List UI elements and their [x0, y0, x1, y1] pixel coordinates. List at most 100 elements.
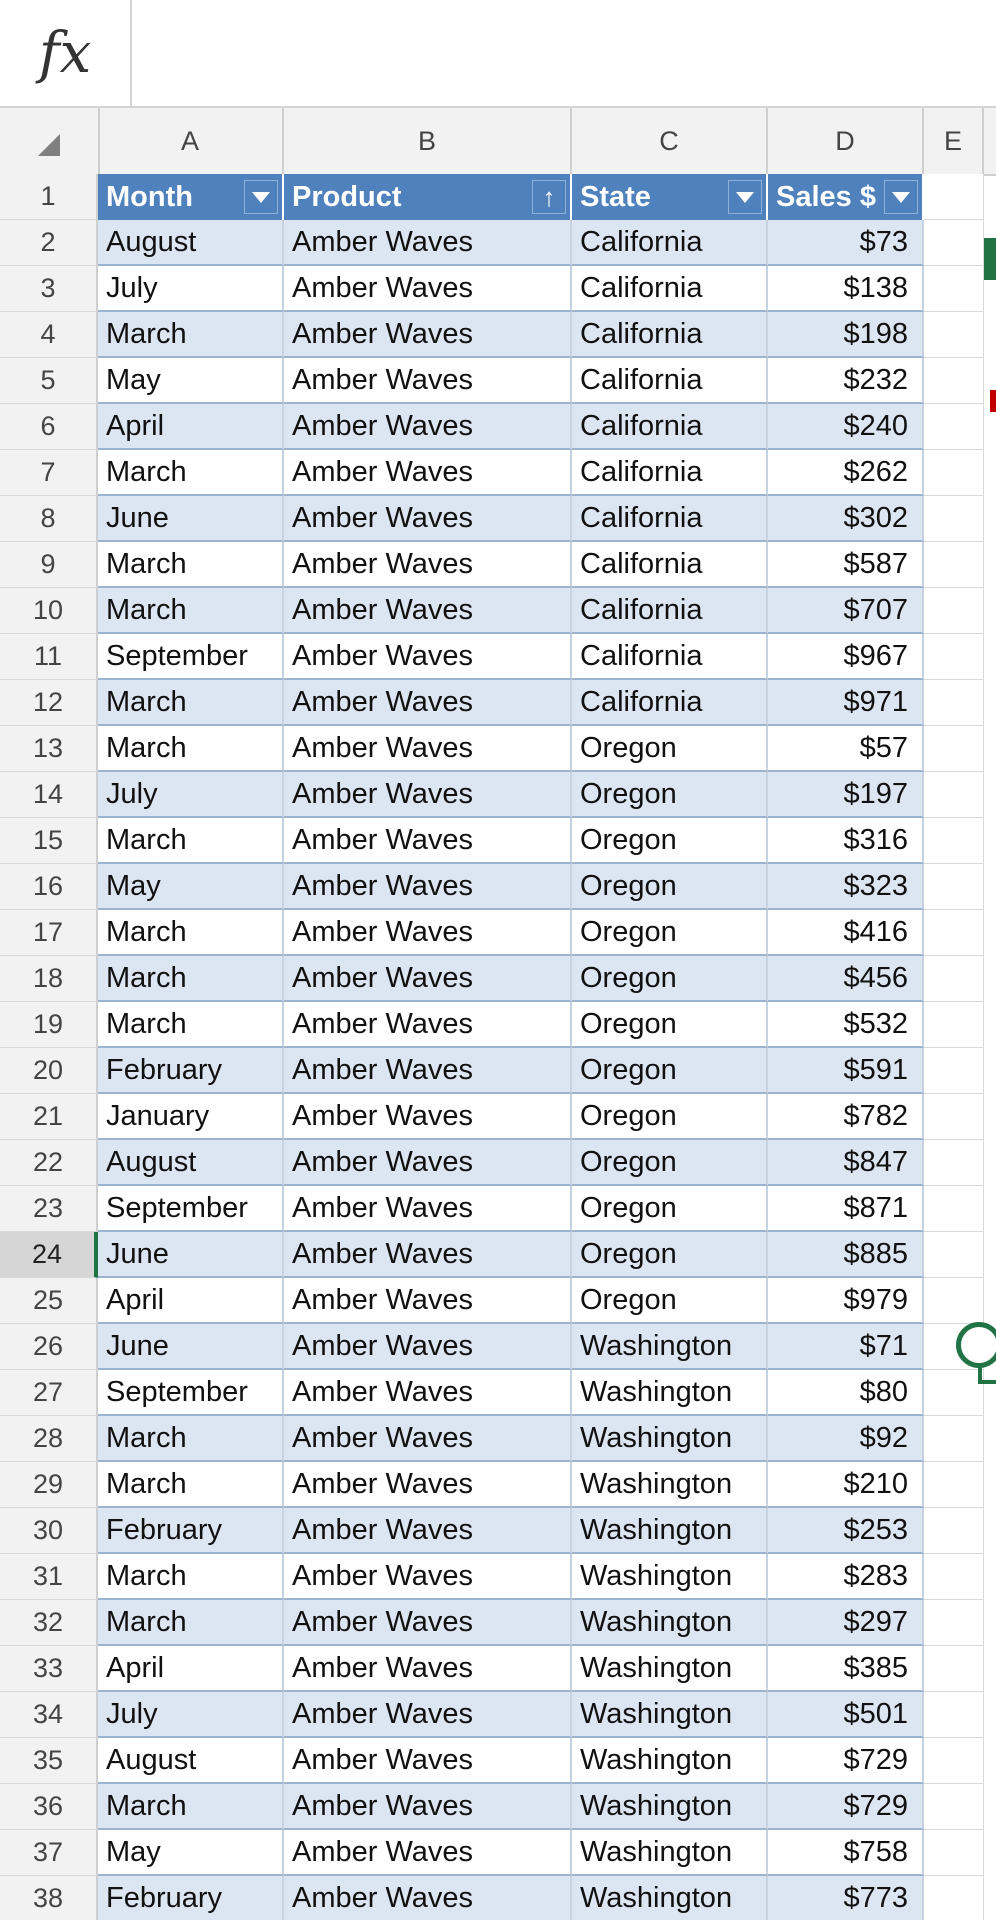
state-cell[interactable]: Washington	[572, 1876, 768, 1920]
filter-dropdown-icon[interactable]	[244, 180, 278, 214]
product-cell[interactable]: Amber Waves	[284, 1554, 572, 1600]
product-cell[interactable]: Amber Waves	[284, 1048, 572, 1094]
month-cell[interactable]: April	[98, 1278, 284, 1324]
product-cell[interactable]: Amber Waves	[284, 1186, 572, 1232]
empty-cell[interactable]	[924, 1554, 984, 1600]
sales-cell[interactable]: $729	[768, 1738, 924, 1784]
month-cell[interactable]: May	[98, 1830, 284, 1876]
sales-cell[interactable]: $57	[768, 726, 924, 772]
product-cell[interactable]: Amber Waves	[284, 1416, 572, 1462]
sales-cell[interactable]: $80	[768, 1370, 924, 1416]
empty-cell[interactable]	[924, 1830, 984, 1876]
month-cell[interactable]: March	[98, 1416, 284, 1462]
column-header-d[interactable]: D	[768, 108, 924, 174]
empty-cell[interactable]	[924, 1278, 984, 1324]
product-cell[interactable]: Amber Waves	[284, 1002, 572, 1048]
product-cell[interactable]: Amber Waves	[284, 1738, 572, 1784]
product-cell[interactable]: Amber Waves	[284, 450, 572, 496]
sales-cell[interactable]: $871	[768, 1186, 924, 1232]
sales-cell[interactable]: $729	[768, 1784, 924, 1830]
row-number[interactable]: 18	[0, 956, 98, 1002]
state-cell[interactable]: Oregon	[572, 1186, 768, 1232]
month-cell[interactable]: July	[98, 266, 284, 312]
fx-icon[interactable]: fx	[0, 0, 132, 106]
state-cell[interactable]: Washington	[572, 1508, 768, 1554]
column-header-a[interactable]: A	[98, 108, 284, 174]
month-cell[interactable]: August	[98, 220, 284, 266]
empty-cell[interactable]	[924, 1508, 984, 1554]
month-cell[interactable]: July	[98, 772, 284, 818]
month-cell[interactable]: March	[98, 588, 284, 634]
empty-cell[interactable]	[924, 496, 984, 542]
sales-cell[interactable]: $532	[768, 1002, 924, 1048]
state-cell[interactable]: Washington	[572, 1416, 768, 1462]
row-number[interactable]: 38	[0, 1876, 98, 1920]
product-cell[interactable]: Amber Waves	[284, 1830, 572, 1876]
month-cell[interactable]: March	[98, 726, 284, 772]
product-cell[interactable]: Amber Waves	[284, 542, 572, 588]
row-number[interactable]: 19	[0, 1002, 98, 1048]
empty-cell[interactable]	[924, 1002, 984, 1048]
row-number[interactable]: 37	[0, 1830, 98, 1876]
state-cell[interactable]: Oregon	[572, 1232, 768, 1278]
state-cell[interactable]: Washington	[572, 1692, 768, 1738]
row-number[interactable]: 12	[0, 680, 98, 726]
empty-cell[interactable]	[924, 1692, 984, 1738]
month-cell[interactable]: February	[98, 1048, 284, 1094]
empty-cell[interactable]	[924, 450, 984, 496]
empty-cell[interactable]	[924, 1784, 984, 1830]
sales-cell[interactable]: $847	[768, 1140, 924, 1186]
row-number[interactable]: 33	[0, 1646, 98, 1692]
product-cell[interactable]: Amber Waves	[284, 1094, 572, 1140]
empty-cell[interactable]	[924, 404, 984, 450]
product-cell[interactable]: Amber Waves	[284, 680, 572, 726]
row-number[interactable]: 22	[0, 1140, 98, 1186]
month-cell[interactable]: September	[98, 1186, 284, 1232]
row-number[interactable]: 26	[0, 1324, 98, 1370]
product-cell[interactable]: Amber Waves	[284, 726, 572, 772]
month-cell[interactable]: May	[98, 864, 284, 910]
state-cell[interactable]: California	[572, 358, 768, 404]
row-number[interactable]: 4	[0, 312, 98, 358]
empty-cell[interactable]	[924, 542, 984, 588]
row-number[interactable]: 6	[0, 404, 98, 450]
empty-cell[interactable]	[924, 1646, 984, 1692]
row-number[interactable]: 8	[0, 496, 98, 542]
state-cell[interactable]: Oregon	[572, 1048, 768, 1094]
month-cell[interactable]: February	[98, 1508, 284, 1554]
empty-cell[interactable]	[924, 956, 984, 1002]
sort-ascending-icon[interactable]: ↑	[532, 180, 566, 214]
empty-cell[interactable]	[924, 358, 984, 404]
state-cell[interactable]: Oregon	[572, 818, 768, 864]
row-number[interactable]: 27	[0, 1370, 98, 1416]
sales-cell[interactable]: $92	[768, 1416, 924, 1462]
product-cell[interactable]: Amber Waves	[284, 588, 572, 634]
row-number[interactable]: 29	[0, 1462, 98, 1508]
empty-cell[interactable]	[924, 680, 984, 726]
column-header-b[interactable]: B	[284, 108, 572, 174]
sales-cell[interactable]: $323	[768, 864, 924, 910]
sales-cell[interactable]: $283	[768, 1554, 924, 1600]
state-cell[interactable]: California	[572, 680, 768, 726]
empty-cell[interactable]	[924, 1094, 984, 1140]
state-cell[interactable]: Oregon	[572, 1002, 768, 1048]
product-cell[interactable]: Amber Waves	[284, 956, 572, 1002]
sales-cell[interactable]: $971	[768, 680, 924, 726]
row-number[interactable]: 7	[0, 450, 98, 496]
month-cell[interactable]: June	[98, 496, 284, 542]
month-cell[interactable]: June	[98, 1232, 284, 1278]
filter-dropdown-icon[interactable]	[884, 180, 918, 214]
state-cell[interactable]: Washington	[572, 1830, 768, 1876]
month-cell[interactable]: September	[98, 1370, 284, 1416]
sales-cell[interactable]: $501	[768, 1692, 924, 1738]
product-cell[interactable]: Amber Waves	[284, 1140, 572, 1186]
sales-cell[interactable]: $197	[768, 772, 924, 818]
empty-cell[interactable]	[924, 772, 984, 818]
sales-cell[interactable]: $240	[768, 404, 924, 450]
state-cell[interactable]: Washington	[572, 1784, 768, 1830]
product-cell[interactable]: Amber Waves	[284, 1876, 572, 1920]
row-number[interactable]: 24	[0, 1232, 98, 1278]
product-cell[interactable]: Amber Waves	[284, 1508, 572, 1554]
month-cell[interactable]: March	[98, 1600, 284, 1646]
header-month[interactable]: Month	[98, 174, 284, 220]
